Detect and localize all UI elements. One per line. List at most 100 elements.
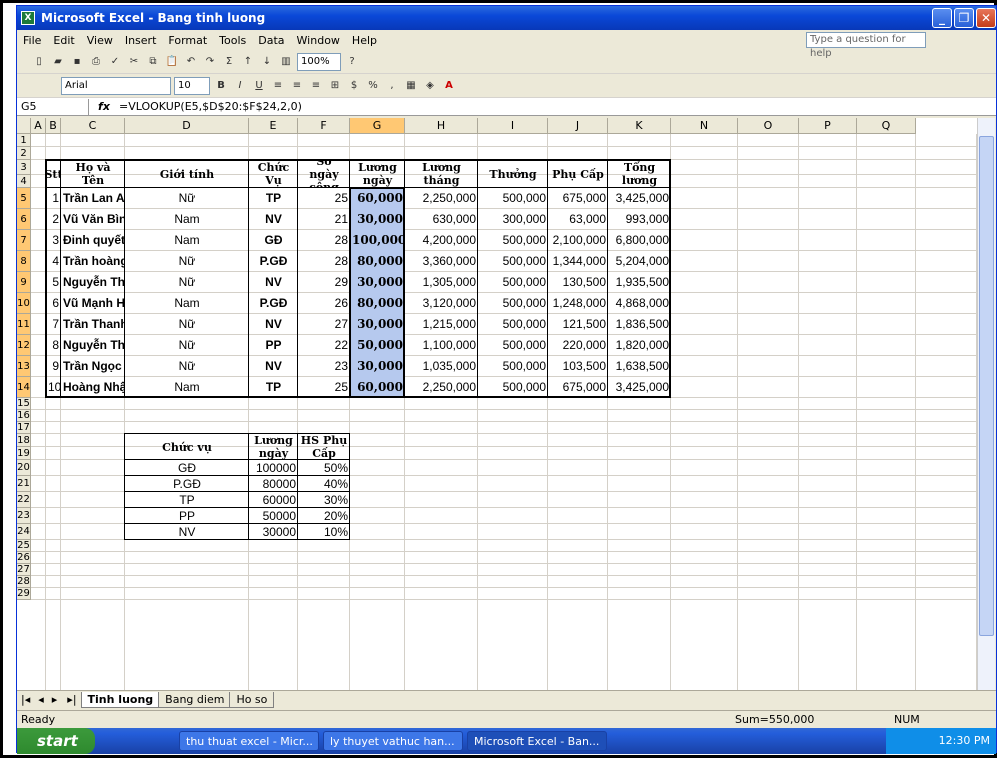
task-ly-thuyet[interactable]: ly thuyet vathuc han... bbox=[323, 731, 463, 751]
salary-cell[interactable]: 993,000 bbox=[608, 209, 671, 230]
salary-cell[interactable]: 23 bbox=[298, 356, 350, 377]
salary-cell[interactable]: Nữ bbox=[125, 188, 249, 209]
worksheet-grid[interactable]: A B C D E F G H I J K N O P Q 1 2 3 4 5 6 7 8 9 10 11 12 13 14 15 16 17… bbox=[17, 118, 977, 690]
menu-tools[interactable]: Tools bbox=[213, 34, 252, 47]
salary-cell[interactable]: Vũ Văn Bình bbox=[61, 209, 125, 230]
row-header[interactable]: 22 bbox=[17, 492, 31, 508]
row-header[interactable]: 24 bbox=[17, 524, 31, 540]
column-header[interactable]: J bbox=[548, 118, 608, 134]
salary-cell[interactable]: 3,120,000 bbox=[405, 293, 478, 314]
salary-cell[interactable]: TP bbox=[249, 377, 298, 398]
salary-cell[interactable]: Trần Thanh Hương bbox=[61, 314, 125, 335]
menu-edit[interactable]: Edit bbox=[47, 34, 80, 47]
undo-icon[interactable]: ↶ bbox=[183, 54, 199, 70]
salary-cell[interactable]: Nữ bbox=[125, 335, 249, 356]
lookup-cell[interactable]: NV bbox=[125, 524, 249, 540]
scroll-thumb[interactable] bbox=[979, 136, 994, 636]
currency-icon[interactable]: $ bbox=[346, 78, 362, 94]
salary-cell[interactable]: Đinh quyết Chiến bbox=[61, 230, 125, 251]
salary-cell[interactable]: 2,250,000 bbox=[405, 377, 478, 398]
new-icon[interactable]: ▯ bbox=[31, 54, 47, 70]
italic-icon[interactable]: I bbox=[232, 78, 248, 94]
menu-format[interactable]: Format bbox=[162, 34, 213, 47]
row-header[interactable]: 13 bbox=[17, 356, 31, 377]
row-header[interactable]: 9 bbox=[17, 272, 31, 293]
salary-cell[interactable]: 80,000 bbox=[350, 251, 405, 272]
cut-icon[interactable]: ✂ bbox=[126, 54, 142, 70]
salary-cell[interactable]: 30,000 bbox=[350, 209, 405, 230]
salary-cell[interactable]: 7 bbox=[46, 314, 61, 335]
salary-cell[interactable]: 60,000 bbox=[350, 377, 405, 398]
tab-last-icon[interactable]: ▸| bbox=[61, 693, 82, 706]
chart-icon[interactable]: ▥ bbox=[278, 54, 294, 70]
column-header[interactable]: I bbox=[478, 118, 548, 134]
row-header[interactable]: 10 bbox=[17, 293, 31, 314]
salary-cell[interactable]: P.GĐ bbox=[249, 251, 298, 272]
salary-cell[interactable]: 500,000 bbox=[478, 356, 548, 377]
row-header[interactable]: 6 bbox=[17, 209, 31, 230]
zoom-select[interactable]: 100% bbox=[297, 52, 341, 71]
row-header[interactable]: 1 bbox=[17, 134, 31, 147]
comma-icon[interactable]: , bbox=[384, 78, 400, 94]
column-header[interactable]: N bbox=[671, 118, 738, 134]
tab-ho-so[interactable]: Ho so bbox=[229, 691, 275, 708]
row-header[interactable]: 2 bbox=[17, 147, 31, 160]
row-header[interactable]: 15 bbox=[17, 398, 31, 410]
salary-cell[interactable]: Nữ bbox=[125, 272, 249, 293]
vertical-scrollbar[interactable] bbox=[977, 118, 995, 690]
row-header[interactable]: 12 bbox=[17, 335, 31, 356]
lookup-cell[interactable]: 50% bbox=[298, 460, 350, 476]
salary-cell[interactable]: 28 bbox=[298, 230, 350, 251]
help-icon[interactable]: ? bbox=[344, 54, 360, 70]
salary-cell[interactable]: PP bbox=[249, 335, 298, 356]
salary-cell[interactable]: NV bbox=[249, 209, 298, 230]
fx-icon[interactable]: fx bbox=[89, 100, 119, 113]
lookup-cell[interactable]: 20% bbox=[298, 508, 350, 524]
align-left-icon[interactable]: ≡ bbox=[270, 78, 286, 94]
lookup-cell[interactable]: 50000 bbox=[249, 508, 298, 524]
tab-tinh-luong[interactable]: Tinh luong bbox=[80, 691, 161, 708]
align-center-icon[interactable]: ≡ bbox=[289, 78, 305, 94]
salary-cell[interactable]: 103,500 bbox=[548, 356, 608, 377]
salary-cell[interactable]: 500,000 bbox=[478, 293, 548, 314]
salary-cell[interactable]: 130,500 bbox=[548, 272, 608, 293]
menu-view[interactable]: View bbox=[81, 34, 119, 47]
salary-cell[interactable]: 675,000 bbox=[548, 377, 608, 398]
row-header[interactable]: 23 bbox=[17, 508, 31, 524]
paste-icon[interactable]: 📋 bbox=[164, 54, 180, 70]
salary-cell[interactable]: 1,820,000 bbox=[608, 335, 671, 356]
salary-cell[interactable]: 1,305,000 bbox=[405, 272, 478, 293]
salary-cell[interactable]: Nam bbox=[125, 230, 249, 251]
lookup-cell[interactable]: GĐ bbox=[125, 460, 249, 476]
salary-cell[interactable]: 5,204,000 bbox=[608, 251, 671, 272]
redo-icon[interactable]: ↷ bbox=[202, 54, 218, 70]
salary-cell[interactable]: 1,215,000 bbox=[405, 314, 478, 335]
lookup-cell[interactable]: 30000 bbox=[249, 524, 298, 540]
salary-cell[interactable]: 80,000 bbox=[350, 293, 405, 314]
salary-cell[interactable]: 500,000 bbox=[478, 335, 548, 356]
column-header[interactable]: B bbox=[46, 118, 61, 134]
salary-cell[interactable]: Nam bbox=[125, 209, 249, 230]
align-right-icon[interactable]: ≡ bbox=[308, 78, 324, 94]
salary-cell[interactable]: NV bbox=[249, 314, 298, 335]
salary-cell[interactable]: 1,836,500 bbox=[608, 314, 671, 335]
salary-cell[interactable]: 2 bbox=[46, 209, 61, 230]
salary-cell[interactable]: 28 bbox=[298, 251, 350, 272]
tab-bang-diem[interactable]: Bang diem bbox=[158, 691, 232, 708]
font-select[interactable]: Arial bbox=[61, 76, 171, 95]
salary-cell[interactable]: 30,000 bbox=[350, 272, 405, 293]
salary-cell[interactable]: 1,248,000 bbox=[548, 293, 608, 314]
salary-cell[interactable]: 50,000 bbox=[350, 335, 405, 356]
help-search-input[interactable]: Type a question for help bbox=[806, 32, 926, 59]
autosum-icon[interactable]: Σ bbox=[221, 54, 237, 70]
start-button[interactable]: start bbox=[17, 728, 95, 754]
row-header[interactable]: 20 bbox=[17, 460, 31, 476]
row-header[interactable]: 19 bbox=[17, 447, 31, 460]
menu-file[interactable]: File bbox=[17, 34, 47, 47]
row-header[interactable]: 18 bbox=[17, 434, 31, 447]
column-header[interactable]: C bbox=[61, 118, 125, 134]
column-header[interactable]: G bbox=[350, 118, 405, 134]
task-excel[interactable]: Microsoft Excel - Ban... bbox=[467, 731, 607, 751]
task-thu-thuat[interactable]: thu thuat excel - Micr... bbox=[179, 731, 319, 751]
salary-cell[interactable]: 1,100,000 bbox=[405, 335, 478, 356]
